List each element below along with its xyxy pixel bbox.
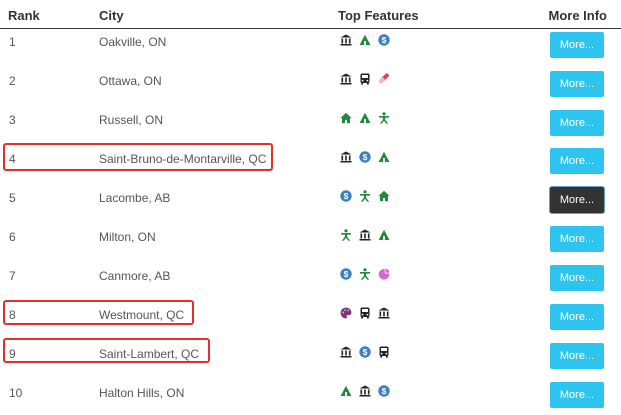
more-info-button[interactable]: More... <box>550 265 604 291</box>
person-icon <box>340 229 359 241</box>
bank-icon <box>340 346 359 358</box>
rank-cell: 7 <box>9 269 16 283</box>
top-features-icons: $ <box>340 151 397 163</box>
bank-icon <box>340 151 359 163</box>
more-info-button[interactable]: More... <box>550 304 604 330</box>
more-info-button[interactable]: More... <box>550 382 604 408</box>
city-cell: Milton, ON <box>99 230 156 244</box>
tree-icon <box>340 385 359 397</box>
svg-text:$: $ <box>344 269 349 279</box>
city-cell: Ottawa, ON <box>99 74 162 88</box>
svg-text:$: $ <box>382 35 387 45</box>
bus-icon <box>359 73 378 85</box>
dollar-icon: $ <box>340 268 359 280</box>
header-city: City <box>99 8 124 23</box>
tree-icon <box>359 112 378 124</box>
dollar-icon: $ <box>378 385 397 397</box>
tree-icon <box>378 229 397 241</box>
header-top-features: Top Features <box>338 8 419 23</box>
dollar-icon: $ <box>340 190 359 202</box>
more-info-button[interactable]: More... <box>550 110 604 136</box>
city-cell: Westmount, QC <box>99 308 185 322</box>
top-features-icons: $ <box>340 268 397 280</box>
bank-icon <box>340 34 359 46</box>
palette-icon <box>340 307 359 319</box>
top-features-icons: $ <box>340 346 397 358</box>
rank-cell: 5 <box>9 191 16 205</box>
rank-cell: 3 <box>9 113 16 127</box>
dollar-icon: $ <box>378 34 397 46</box>
header-rank: Rank <box>8 8 40 23</box>
person-icon <box>359 190 378 202</box>
top-features-icons: $ <box>340 34 397 46</box>
top-features-icons <box>340 112 397 124</box>
house-icon <box>378 190 397 202</box>
city-cell: Saint-Lambert, QC <box>99 347 200 361</box>
more-info-button[interactable]: More... <box>550 226 604 252</box>
more-info-button[interactable]: More... <box>550 343 604 369</box>
top-features-icons <box>340 229 397 241</box>
more-info-button[interactable]: More... <box>550 148 604 174</box>
header-more-info: More Info <box>548 8 608 23</box>
person-icon <box>378 112 397 124</box>
bank-icon <box>340 73 359 85</box>
rank-cell: 2 <box>9 74 16 88</box>
bank-icon <box>378 307 397 319</box>
city-cell: Saint-Bruno-de-Montarville, QC <box>99 152 267 166</box>
tree-icon <box>359 34 378 46</box>
top-features-icons: $ <box>340 385 397 397</box>
more-info-button[interactable]: More... <box>550 187 604 213</box>
city-cell: Halton Hills, ON <box>99 386 185 400</box>
house-icon <box>340 112 359 124</box>
pill-icon <box>378 73 397 85</box>
more-info-button[interactable]: More... <box>550 32 604 58</box>
bus-icon <box>359 307 378 319</box>
more-info-button[interactable]: More... <box>550 71 604 97</box>
rank-cell: 10 <box>9 386 23 400</box>
bank-icon <box>359 229 378 241</box>
city-cell: Russell, ON <box>99 113 164 127</box>
dollar-icon: $ <box>359 346 378 358</box>
table-header: Rank City Top Features More Info <box>0 0 621 29</box>
svg-text:$: $ <box>363 347 368 357</box>
rank-cell: 1 <box>9 35 16 49</box>
top-features-icons <box>340 73 397 85</box>
svg-text:$: $ <box>344 191 349 201</box>
rank-cell: 9 <box>9 347 16 361</box>
rank-cell: 6 <box>9 230 16 244</box>
city-cell: Canmore, AB <box>99 269 171 283</box>
svg-text:$: $ <box>382 386 387 396</box>
dollar-icon: $ <box>359 151 378 163</box>
bank-icon <box>359 385 378 397</box>
person-icon <box>359 268 378 280</box>
top-features-icons: $ <box>340 190 397 202</box>
pie-icon <box>378 268 397 280</box>
top-features-icons <box>340 307 397 319</box>
rank-cell: 4 <box>9 152 16 166</box>
bus-icon <box>378 346 397 358</box>
rank-cell: 8 <box>9 308 16 322</box>
city-cell: Lacombe, AB <box>99 191 171 205</box>
svg-text:$: $ <box>363 152 368 162</box>
tree-icon <box>378 151 397 163</box>
city-cell: Oakville, ON <box>99 35 167 49</box>
